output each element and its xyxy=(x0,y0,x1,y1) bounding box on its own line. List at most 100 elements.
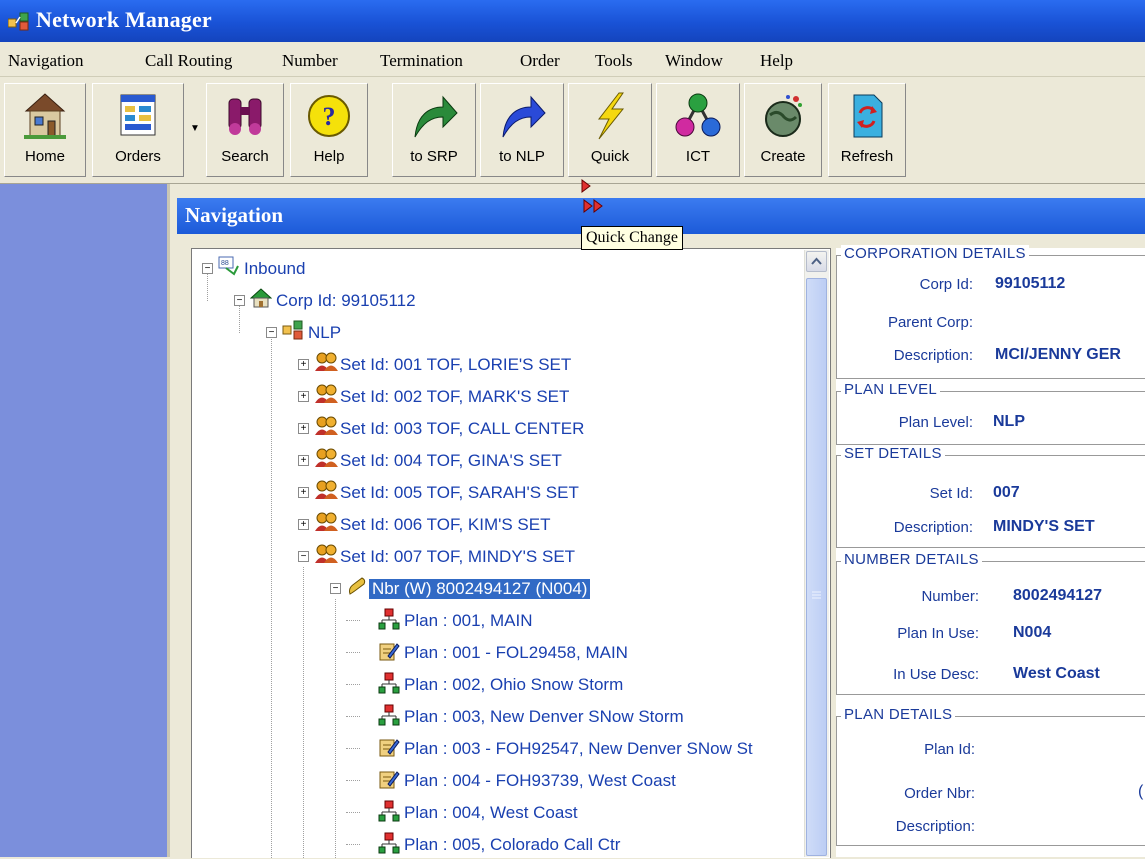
navigation-tree[interactable]: − 88 Inbound − Corp Id: 99105112 − NLP + Set Id:… xyxy=(191,248,831,858)
tree-node-label: Plan : 003 - FOH92547, New Denver SNow S… xyxy=(404,739,753,758)
tree-node-label: Nbr (W) 8002494127 (N004) xyxy=(369,579,591,599)
globe-icon xyxy=(765,95,802,137)
left-side-panel xyxy=(0,184,170,857)
corp-id-label: Corp Id: xyxy=(919,276,973,293)
collapse-icon[interactable]: − xyxy=(266,327,277,338)
refresh-icon xyxy=(853,94,883,138)
menu-number[interactable]: Number xyxy=(282,51,338,71)
to-nlp-label: to NLP xyxy=(499,148,545,165)
expand-icon[interactable]: + xyxy=(298,519,309,530)
ict-label: ICT xyxy=(685,148,711,165)
plan-tree-icon xyxy=(378,704,400,731)
in-use-desc-label: In Use Desc: xyxy=(893,666,979,683)
to-srp-button[interactable]: to SRP xyxy=(392,83,476,177)
tree-connector xyxy=(239,305,240,333)
tree-node-label: Set Id: 002 TOF, MARK'S SET xyxy=(340,387,570,406)
title-bar[interactable]: Network Manager xyxy=(0,0,1145,42)
plan-edit-icon xyxy=(378,736,400,763)
window-title: Network Manager xyxy=(36,7,212,32)
tree-connector xyxy=(207,273,208,301)
people-icon xyxy=(314,384,338,409)
house-icon xyxy=(24,93,66,139)
menu-navigation[interactable]: Navigation xyxy=(8,51,84,71)
tree-node-label: Set Id: 005 TOF, SARAH'S SET xyxy=(340,483,579,502)
green-arrow-icon xyxy=(414,95,458,138)
refresh-button[interactable]: Refresh xyxy=(828,83,906,177)
collapse-icon[interactable]: − xyxy=(298,551,309,562)
menu-call-routing[interactable]: Call Routing xyxy=(145,51,232,71)
search-button[interactable]: Search xyxy=(206,83,284,177)
scroll-up-button[interactable] xyxy=(806,251,827,272)
tree-node-label: NLP xyxy=(308,323,342,342)
tree-connector xyxy=(346,684,360,685)
tree-scrollbar[interactable] xyxy=(804,250,829,857)
tree-node-label: Set Id: 003 TOF, CALL CENTER xyxy=(340,419,585,438)
tree-node-label: Corp Id: 99105112 xyxy=(276,291,416,310)
scroll-thumb[interactable] xyxy=(806,278,827,856)
menu-tools[interactable]: Tools xyxy=(595,51,633,71)
orders-button[interactable]: Orders xyxy=(92,83,184,177)
expand-icon[interactable]: + xyxy=(298,391,309,402)
to-srp-label: to SRP xyxy=(410,148,458,165)
tree-connector xyxy=(346,844,360,845)
menu-window[interactable]: Window xyxy=(665,51,723,71)
search-label: Search xyxy=(221,148,269,165)
expand-icon[interactable]: + xyxy=(298,423,309,434)
corp-icon xyxy=(249,288,273,313)
expand-icon[interactable]: + xyxy=(298,359,309,370)
orders-dropdown-arrow-icon[interactable]: ▼ xyxy=(190,123,200,134)
number-details-group: NUMBER DETAILS Number: 8002494127 Plan I… xyxy=(836,551,1145,695)
corp-description-label: Description: xyxy=(893,347,973,364)
tree-connector xyxy=(346,780,360,781)
plan-edit-icon xyxy=(378,640,400,667)
quick-button[interactable]: Quick xyxy=(568,83,652,177)
nlp-icon xyxy=(282,320,304,345)
navigation-title: Navigation xyxy=(185,203,284,227)
plan-tree-icon xyxy=(378,800,400,827)
collapse-icon[interactable]: − xyxy=(330,583,341,594)
chevron-up-icon xyxy=(811,257,822,265)
menu-help[interactable]: Help xyxy=(760,51,793,71)
set-id-label: Set Id: xyxy=(929,485,973,502)
grip-icon xyxy=(812,591,821,599)
inbound-icon: 88 xyxy=(218,256,240,281)
plan-tree-icon xyxy=(378,672,400,699)
plan-tree-icon xyxy=(378,608,400,635)
number-value: 8002494127 xyxy=(1013,587,1102,604)
home-button[interactable]: Home xyxy=(4,83,86,177)
collapse-icon[interactable]: − xyxy=(234,295,245,306)
in-use-desc-value: West Coast xyxy=(1013,665,1100,682)
plan-details-group: PLAN DETAILS Plan Id: Order Nbr: ( Descr… xyxy=(836,706,1145,846)
menu-order[interactable]: Order xyxy=(520,51,560,71)
help-button[interactable]: ? Help xyxy=(290,83,368,177)
mouse-cursor-icon xyxy=(581,179,603,213)
to-nlp-button[interactable]: to NLP xyxy=(480,83,564,177)
set-details-group: SET DETAILS Set Id: 007 Description: MIN… xyxy=(836,445,1145,548)
ict-button[interactable]: ICT xyxy=(656,83,740,177)
plan-details-title: PLAN DETAILS xyxy=(841,706,956,723)
tree-node-label: Inbound xyxy=(244,259,306,278)
refresh-label: Refresh xyxy=(840,148,894,165)
set-details-title: SET DETAILS xyxy=(841,445,945,462)
tree-node-label: Set Id: 007 TOF, MINDY'S SET xyxy=(340,547,576,566)
tree-connector xyxy=(271,337,272,858)
menu-termination[interactable]: Termination xyxy=(380,51,463,71)
plan-edit-icon xyxy=(378,768,400,795)
plan-level-title: PLAN LEVEL xyxy=(841,381,941,398)
expand-icon[interactable]: + xyxy=(298,487,309,498)
tree-node-label: Plan : 001, MAIN xyxy=(404,611,533,630)
tree-connector xyxy=(346,716,360,717)
plan-in-use-label: Plan In Use: xyxy=(897,625,979,642)
set-id-value: 007 xyxy=(993,484,1020,501)
collapse-icon[interactable]: − xyxy=(202,263,213,274)
help-label: Help xyxy=(313,148,345,165)
binoculars-icon xyxy=(228,98,262,135)
plan-id-label: Plan Id: xyxy=(924,741,975,758)
plan-tree-icon xyxy=(378,832,400,859)
people-icon xyxy=(314,416,338,441)
tree-node-label: Set Id: 004 TOF, GINA'S SET xyxy=(340,451,562,470)
create-button[interactable]: Create xyxy=(744,83,822,177)
set-description-value: MINDY'S SET xyxy=(993,518,1095,535)
expand-icon[interactable]: + xyxy=(298,455,309,466)
molecule-icon xyxy=(675,93,721,137)
